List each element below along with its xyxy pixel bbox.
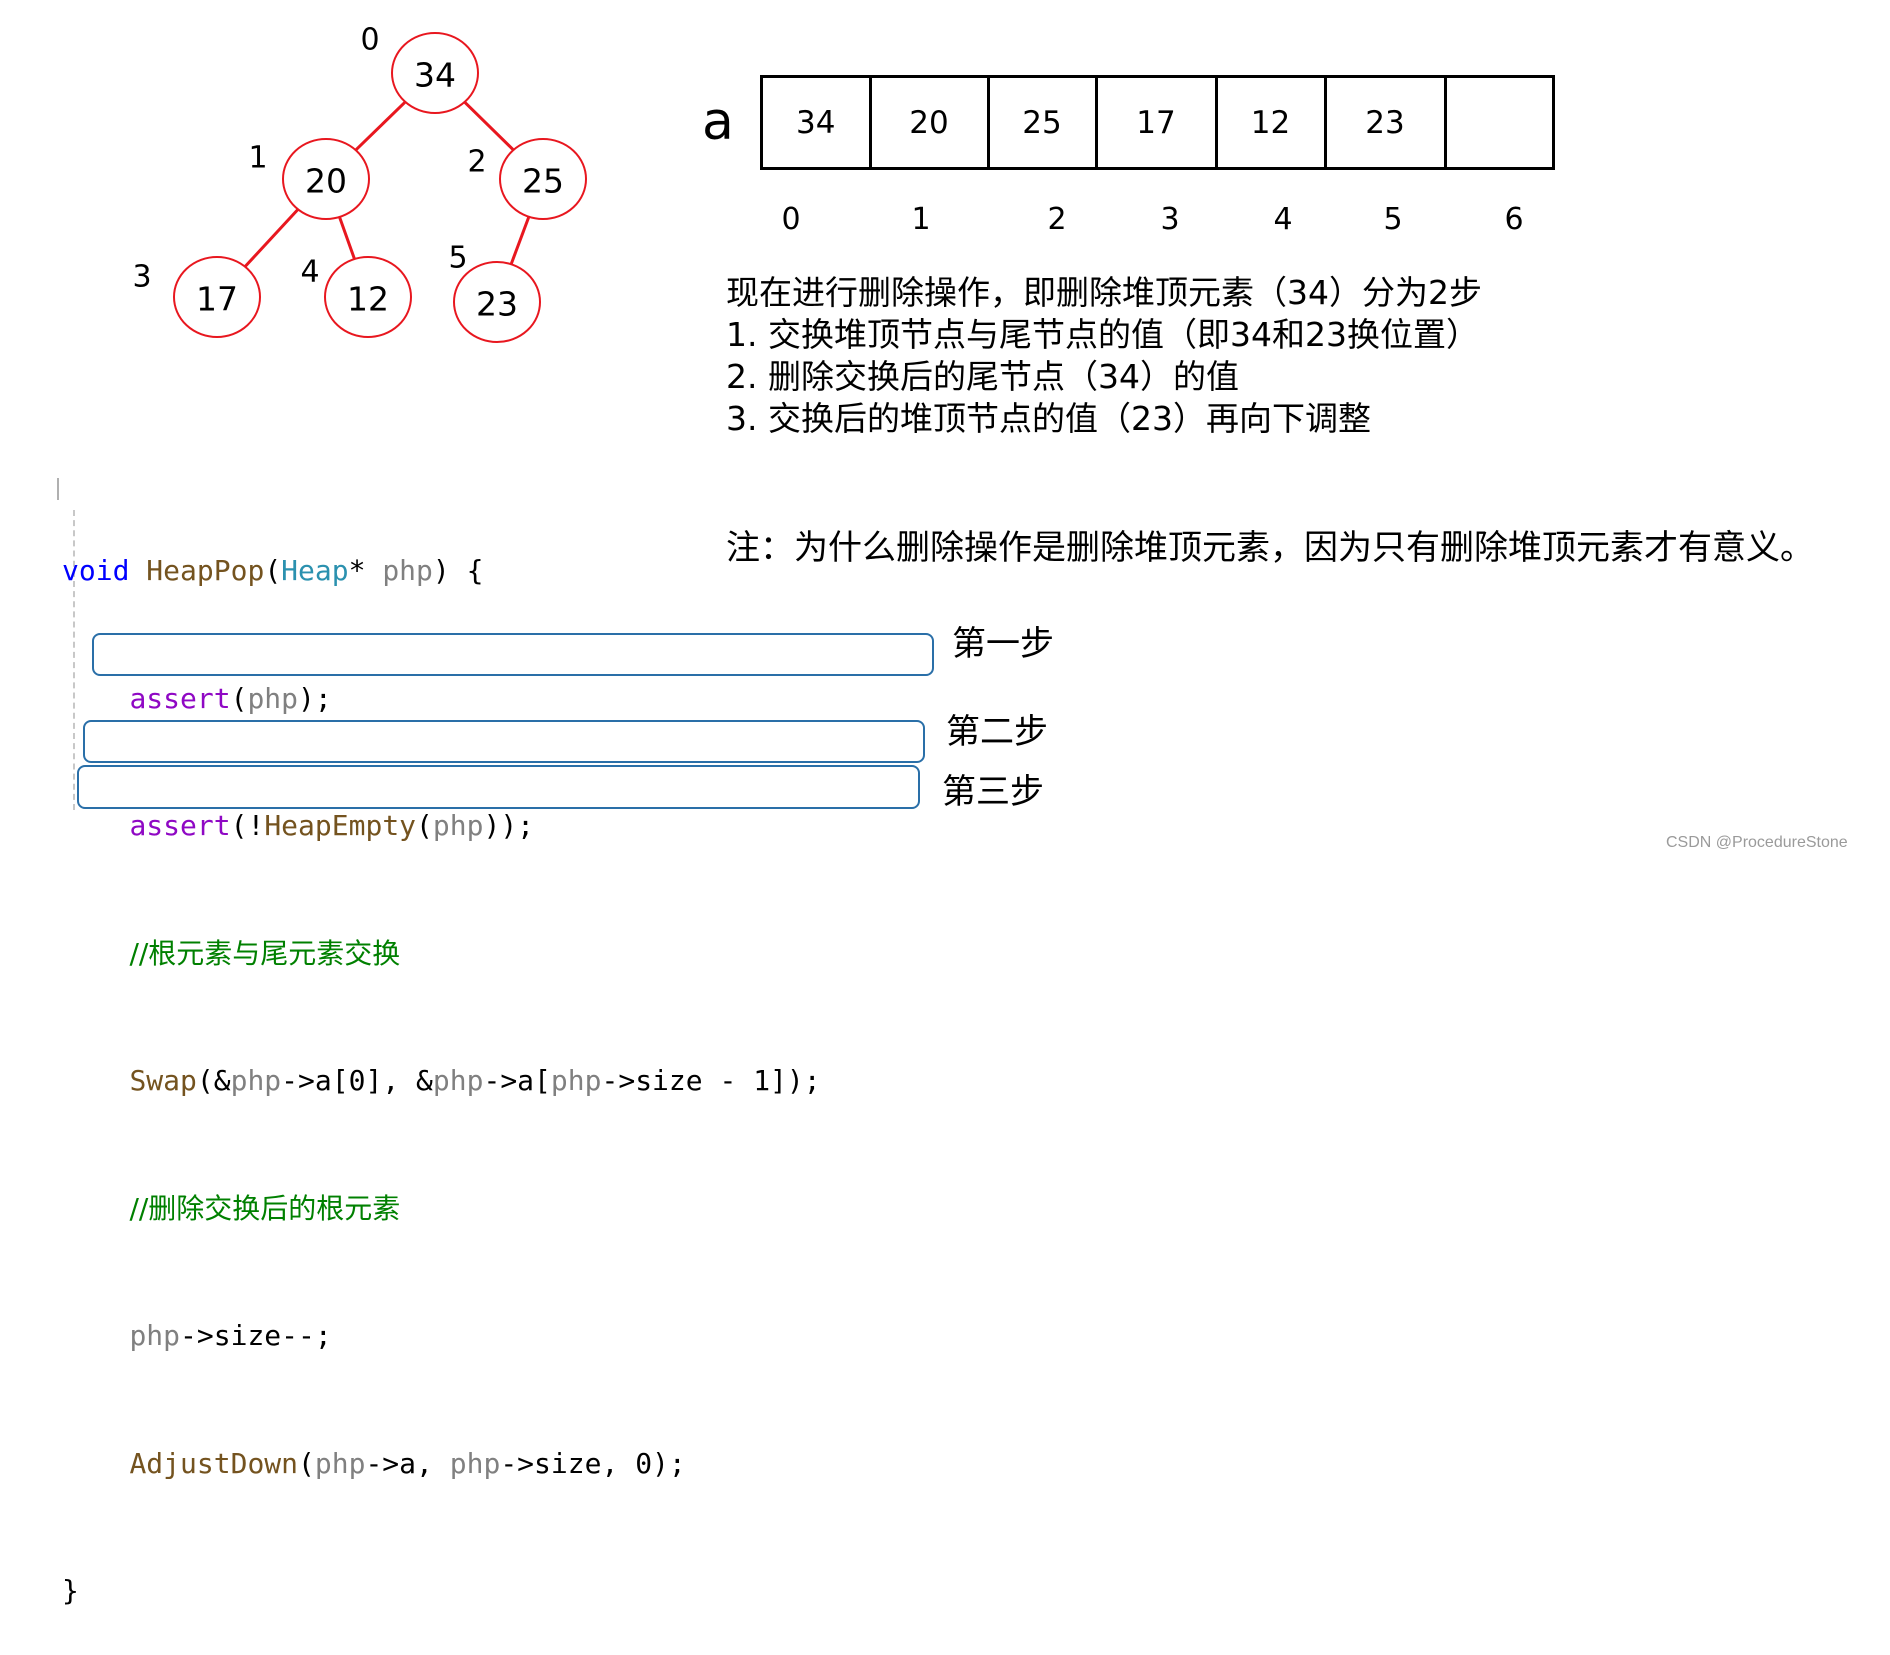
tree-node-index: 4 (300, 255, 319, 290)
punct: (& (196, 1064, 231, 1097)
array-index-label: 2 (1047, 202, 1067, 237)
param-ref: php (432, 809, 484, 842)
tree-node: 34 (391, 32, 479, 114)
array-cell: 12 (1214, 75, 1327, 170)
array-cell (1443, 75, 1555, 170)
code-line-assert-2: assert(!HeapEmpty(php)); (62, 805, 821, 848)
param-ref: php (230, 1064, 282, 1097)
description-intro: 现在进行删除操作，即删除堆顶元素（34）分为2步 (726, 273, 1482, 312)
step-1-label: 第一步 (952, 624, 1054, 664)
array-cell: 20 (868, 75, 990, 170)
array-index-label: 5 (1383, 202, 1403, 237)
punct: ( (416, 809, 433, 842)
macro-assert: assert (129, 681, 231, 715)
watermark: CSDN @ProcedureStone (1666, 834, 1848, 851)
tree-node: 25 (499, 138, 587, 220)
tree-node: 20 (282, 138, 370, 220)
param-ref: php (247, 681, 299, 715)
function-call: AdjustDown (129, 1446, 299, 1480)
tree-node-value: 34 (414, 56, 456, 95)
tree-node-index: 2 (467, 145, 486, 180)
tree-node-value: 20 (305, 162, 347, 201)
description-block: 现在进行删除操作，即删除堆顶元素（34）分为2步 1. 交换堆顶节点与尾节点的值… (726, 272, 1482, 440)
param-ref: php (550, 1064, 602, 1097)
punct: ->size, 0); (500, 1446, 686, 1480)
array-name-label: a (702, 92, 734, 152)
param-ref: php (129, 1319, 181, 1352)
punct: ( (298, 1446, 315, 1480)
closing-brace: } (62, 1574, 79, 1607)
array-index-label: 0 (781, 202, 801, 237)
note-text: 注：为什么删除操作是删除堆顶元素，因为只有删除堆顶元素才有意义。 (726, 528, 1814, 568)
punct: (! (230, 809, 265, 842)
tree-node-index: 3 (132, 260, 151, 295)
heap-tree-diagram: 3420 2517 12 23 01 23 4 5 (132, 23, 587, 343)
tree-edge (463, 100, 515, 152)
punct: ->size--; (180, 1319, 332, 1352)
punct: ) { (432, 554, 484, 587)
function-call: HeapEmpty (264, 809, 417, 842)
type-name: Heap (281, 554, 349, 587)
tree-edge (354, 100, 407, 152)
tree-node: 12 (324, 256, 412, 338)
tree-node-value: 23 (476, 285, 518, 324)
array-index-label: 6 (1504, 202, 1524, 237)
param-ref: php (314, 1446, 366, 1480)
array-cell: 34 (760, 75, 872, 170)
tree-node-index: 0 (360, 23, 379, 58)
tree-edge (509, 216, 531, 265)
code-line-signature: void HeapPop(Heap* php) { (62, 550, 821, 593)
tree-node-value: 17 (196, 280, 238, 319)
code-comment: //删除交换后的根元素 (129, 1191, 401, 1225)
code-line-swap: Swap(&php->a[0], &php->a[php->size - 1])… (62, 1060, 821, 1103)
step-2-label: 第二步 (946, 712, 1048, 752)
keyword-void: void (62, 554, 130, 587)
punct: ); (298, 681, 332, 715)
tree-node-index: 5 (448, 241, 467, 276)
punct: )); (483, 809, 535, 842)
param-ref: php (449, 1446, 501, 1480)
code-line-comment-1: //根元素与尾元素交换 (62, 933, 821, 976)
tree-node-value: 25 (522, 162, 564, 201)
code-line-decrement: php->size--; (62, 1315, 821, 1358)
param-name: php (382, 554, 433, 587)
function-call: Swap (129, 1064, 197, 1097)
tree-edge (243, 208, 300, 268)
tree-edge (338, 216, 356, 260)
description-step-1: 1. 交换堆顶节点与尾节点的值（即34和23换位置） (726, 315, 1479, 354)
fold-marker (57, 478, 59, 500)
description-step-2: 2. 删除交换后的尾节点（34）的值 (726, 357, 1239, 396)
punct: ->a[ (483, 1064, 551, 1097)
punct: ->a, (365, 1446, 450, 1480)
punct: * (348, 554, 366, 587)
step-3-label: 第三步 (942, 772, 1044, 812)
code-line-comment-2: //删除交换后的根元素 (62, 1188, 821, 1231)
function-name: HeapPop (146, 554, 265, 587)
code-line-adjust-down: AdjustDown(php->a, php->size, 0); (62, 1443, 821, 1486)
tree-node-value: 12 (347, 280, 389, 319)
param-ref: php (432, 1064, 484, 1097)
code-line-assert-1: assert(php); (62, 678, 821, 721)
array-index-label: 1 (911, 202, 931, 237)
punct: ( (230, 681, 248, 715)
array-index-label: 3 (1160, 202, 1180, 237)
macro-assert: assert (129, 809, 231, 842)
code-comment: //根元素与尾元素交换 (129, 936, 401, 970)
description-step-3: 3. 交换后的堆顶节点的值（23）再向下调整 (726, 399, 1371, 438)
punct: ( (264, 554, 282, 587)
tree-node-index: 1 (248, 141, 267, 176)
code-block: void HeapPop(Heap* php) { assert(php); a… (62, 465, 821, 1655)
code-line-closing: } (62, 1570, 821, 1613)
punct: ->a[0], & (281, 1064, 433, 1097)
punct: ->size - 1]); (601, 1064, 821, 1097)
array-cell: 17 (1094, 75, 1218, 170)
array-cell: 23 (1323, 75, 1447, 170)
array-cell: 25 (986, 75, 1098, 170)
tree-node: 17 (173, 256, 261, 338)
array-index-label: 4 (1273, 202, 1293, 237)
